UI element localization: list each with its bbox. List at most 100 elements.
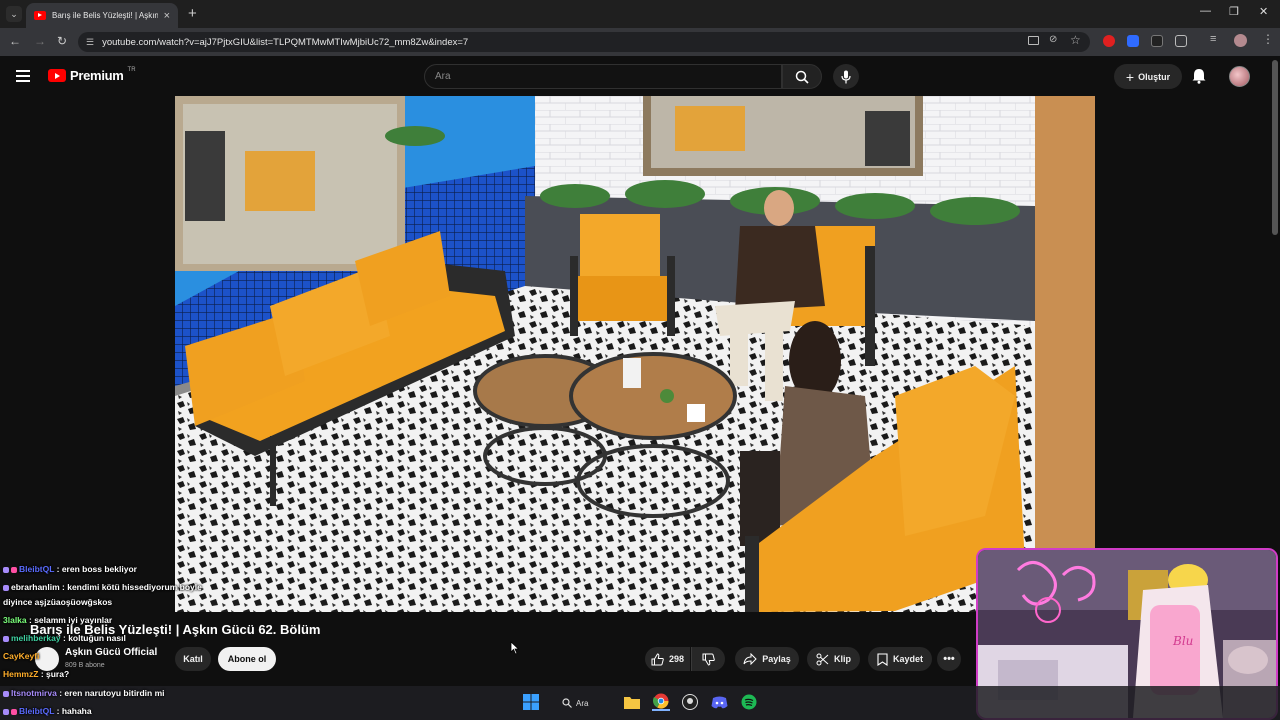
subscribe-button[interactable]: Abone ol xyxy=(218,647,276,671)
badge-icon xyxy=(3,584,9,591)
search-placeholder: Ara xyxy=(435,71,451,82)
join-button[interactable]: Katıl xyxy=(175,647,211,671)
microphone-icon xyxy=(841,70,851,83)
video-player[interactable] xyxy=(175,96,1095,612)
subscriber-count: 809 B abone xyxy=(65,662,105,669)
youtube-premium-logo[interactable]: Premium TR xyxy=(48,66,136,83)
bell-icon xyxy=(1192,69,1206,84)
chrome-icon[interactable] xyxy=(652,693,670,711)
windows-start-icon[interactable] xyxy=(522,693,540,711)
chat-text: diyince aşjzüaoşüowğskos xyxy=(3,597,113,607)
cast-icon[interactable] xyxy=(1028,36,1039,45)
badge-icon xyxy=(3,708,9,715)
discord-icon[interactable] xyxy=(710,693,728,711)
chat-message: Itsnotmirva : eren narutoyu bitirdin mi xyxy=(3,688,165,698)
search-input[interactable]: Ara xyxy=(424,64,782,89)
dislike-button[interactable] xyxy=(691,647,725,671)
clip-label: Klip xyxy=(834,654,851,664)
plus-icon: + xyxy=(1125,68,1135,85)
site-info-icon[interactable]: ☰ xyxy=(86,37,94,48)
search-button[interactable] xyxy=(782,64,822,89)
browser-menu-icon[interactable]: ⋮ xyxy=(1262,32,1274,46)
chat-message: CayKeyfi xyxy=(3,651,39,661)
restore-button[interactable]: ❐ xyxy=(1229,5,1239,18)
taskbar-search[interactable]: Ara xyxy=(562,693,610,713)
reload-button[interactable]: ↻ xyxy=(57,34,67,48)
menu-icon[interactable] xyxy=(16,70,30,82)
search-icon xyxy=(562,698,572,708)
account-avatar[interactable] xyxy=(1229,66,1250,87)
badge-icon xyxy=(11,566,17,573)
chat-user: 3lalka xyxy=(3,615,27,625)
save-label: Kaydet xyxy=(892,654,923,664)
save-button[interactable]: Kaydet xyxy=(868,647,932,671)
mouse-cursor-icon xyxy=(510,641,520,660)
badge-icon xyxy=(3,566,9,573)
clip-button[interactable]: Klip xyxy=(807,647,860,671)
chat-text: : eren narutoyu bitirdin mi xyxy=(59,688,165,698)
badge-icon xyxy=(3,690,9,697)
chat-text: : hahaha xyxy=(56,706,92,716)
new-tab-button[interactable]: + xyxy=(188,5,197,22)
extension-blue-icon[interactable] xyxy=(1127,35,1139,47)
page-scrollbar[interactable] xyxy=(1272,60,1278,235)
chat-message: BleibtQL : hahaha xyxy=(3,706,92,716)
channel-name[interactable]: Aşkın Gücü Official xyxy=(65,647,157,658)
browser-tab[interactable]: Barış ile Belis Yüzleşti! | Aşkın Gücü 6… xyxy=(26,3,178,28)
github-icon[interactable] xyxy=(681,693,699,711)
create-button[interactable]: + Oluştur xyxy=(1114,64,1182,89)
bookmark-star-icon[interactable]: ☆ xyxy=(1070,33,1081,47)
more-actions-icon[interactable]: ••• xyxy=(937,647,961,671)
chat-text: : şura? xyxy=(40,669,70,679)
tab-search-button[interactable]: ⌄ xyxy=(6,6,22,22)
minimize-button[interactable]: — xyxy=(1200,5,1211,17)
tab-title: Barış ile Belis Yüzleşti! | Aşkın Gücü 6… xyxy=(52,11,158,20)
bookmark-icon xyxy=(877,652,888,666)
tab-close-icon[interactable]: × xyxy=(164,10,170,22)
chat-message: 3lalka : selamm iyi yayınlar xyxy=(3,615,112,625)
profile-avatar-icon[interactable] xyxy=(1234,34,1247,47)
chair-logo: Blu xyxy=(1172,634,1193,648)
share-label: Paylaş xyxy=(762,654,791,664)
chat-user: Itsnotmirva xyxy=(11,688,57,698)
extensions-puzzle-icon[interactable] xyxy=(1175,35,1187,47)
like-count: 298 xyxy=(668,654,685,664)
chat-message: BleibtQL : eren boss bekliyor xyxy=(3,564,137,574)
like-button[interactable]: 298 xyxy=(645,647,690,671)
thumbs-down-icon xyxy=(702,653,715,666)
address-url: youtube.com/watch?v=ajJ7PjtxGIU&list=TLP… xyxy=(102,36,469,48)
file-explorer-icon[interactable] xyxy=(623,693,641,711)
youtube-logo-icon xyxy=(48,69,66,82)
chat-user: HemmzZ xyxy=(3,669,39,679)
thumbs-up-icon xyxy=(651,652,664,665)
country-code: TR xyxy=(127,66,136,73)
chat-user: melihberkay xyxy=(11,633,61,643)
forward-button[interactable]: → xyxy=(34,34,46,48)
create-label: Oluştur xyxy=(1138,71,1171,82)
logo-text: Premium xyxy=(70,68,124,83)
share-button[interactable]: Paylaş xyxy=(735,647,799,671)
chat-text: : koltuğun nasıl xyxy=(63,633,126,643)
notifications-button[interactable] xyxy=(1192,68,1206,89)
extension-dark-icon[interactable] xyxy=(1151,35,1163,47)
close-window-button[interactable]: ✕ xyxy=(1259,5,1268,18)
back-button[interactable]: ← xyxy=(9,34,21,48)
badge-icon xyxy=(3,635,9,642)
chat-message: ebrarhanlim : kendimi kötü hissediyorum … xyxy=(3,582,202,592)
video-frame xyxy=(175,96,1095,612)
taskbar-search-label: Ara xyxy=(576,698,589,708)
youtube-favicon-icon xyxy=(34,11,46,20)
extension-red-icon[interactable] xyxy=(1103,35,1115,47)
chat-text: : kendimi kötü hissediyorum boyle xyxy=(62,582,202,592)
spotify-icon[interactable] xyxy=(740,693,758,711)
scissors-icon xyxy=(816,653,829,665)
voice-search-button[interactable] xyxy=(833,64,859,89)
address-bar[interactable]: ☰ youtube.com/watch?v=ajJ7PjtxGIU&list=T… xyxy=(78,32,1090,52)
eye-off-icon[interactable]: ⊘ xyxy=(1049,34,1057,45)
chat-message: HemmzZ : şura? xyxy=(3,669,69,679)
chat-text: : selamm iyi yayınlar xyxy=(29,615,113,625)
chat-user: CayKeyfi xyxy=(3,651,40,661)
chat-user: BleibtQL xyxy=(19,564,55,574)
chat-user: BleibtQL xyxy=(19,706,55,716)
reading-list-icon[interactable]: ≡ xyxy=(1210,33,1216,45)
